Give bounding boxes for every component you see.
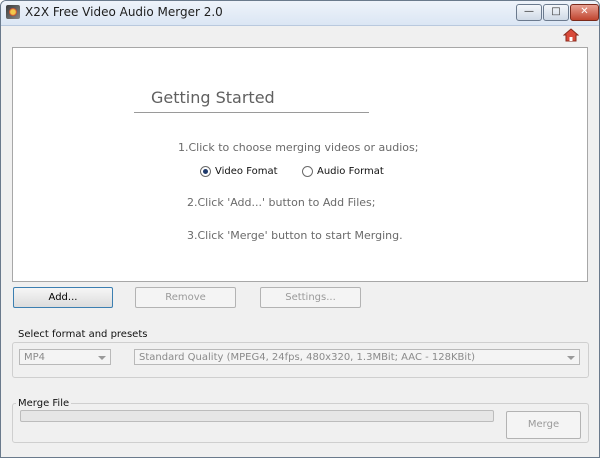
step-2-text: 2.Click 'Add...' button to Add Files;: [187, 196, 376, 209]
getting-started-panel: Getting Started 1.Click to choose mergin…: [12, 47, 588, 282]
video-format-option[interactable]: Video Fomat: [200, 166, 278, 177]
step-1-text: 1.Click to choose merging videos or audi…: [178, 141, 419, 154]
merge-file-title: Merge File: [16, 398, 72, 409]
remove-button[interactable]: Remove: [135, 287, 236, 308]
format-select[interactable]: MP4: [19, 349, 111, 365]
video-format-label: Video Fomat: [215, 166, 278, 177]
app-icon: [6, 5, 20, 19]
audio-format-label: Audio Format: [317, 166, 384, 177]
preset-select[interactable]: Standard Quality (MPEG4, 24fps, 480x320,…: [134, 349, 580, 365]
format-select-value: MP4: [24, 352, 46, 363]
video-format-radio[interactable]: [200, 166, 211, 177]
maximize-button[interactable]: □: [543, 4, 569, 21]
merge-progress-bar: [20, 410, 494, 422]
audio-format-option[interactable]: Audio Format: [302, 166, 384, 177]
window-title: X2X Free Video Audio Merger 2.0: [25, 5, 223, 19]
app-window: X2X Free Video Audio Merger 2.0 — □ ✕ Ge…: [0, 0, 600, 458]
preset-select-value: Standard Quality (MPEG4, 24fps, 480x320,…: [139, 352, 476, 363]
minimize-button[interactable]: —: [516, 4, 542, 21]
add-button[interactable]: Add...: [13, 287, 113, 308]
settings-button[interactable]: Settings...: [260, 287, 361, 308]
audio-format-radio[interactable]: [302, 166, 313, 177]
heading-divider: [134, 112, 369, 113]
home-icon[interactable]: [563, 28, 579, 42]
chevron-down-icon: [567, 356, 575, 360]
close-button[interactable]: ✕: [570, 4, 599, 21]
step-3-text: 3.Click 'Merge' button to start Merging.: [187, 229, 403, 242]
chevron-down-icon: [98, 356, 106, 360]
getting-started-heading: Getting Started: [151, 88, 275, 107]
title-bar[interactable]: X2X Free Video Audio Merger 2.0 — □ ✕: [1, 1, 599, 26]
merge-button[interactable]: Merge: [506, 411, 581, 439]
format-presets-title: Select format and presets: [16, 329, 150, 340]
merge-file-group: [12, 403, 589, 443]
